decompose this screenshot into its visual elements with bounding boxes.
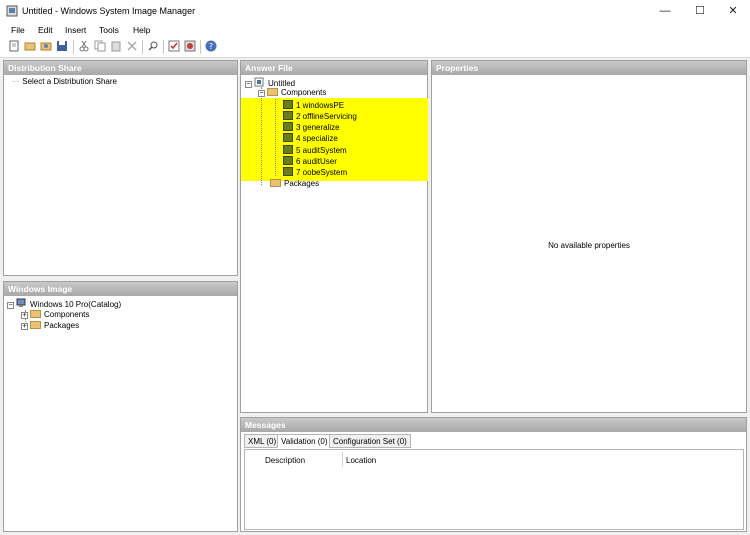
pass-label: 6 auditUser [296, 157, 337, 166]
pass-label: 7 oobeSystem [296, 168, 348, 177]
copy-icon[interactable] [94, 40, 106, 52]
pass-generalize[interactable]: 3 generalize [283, 122, 340, 132]
pass-label: 3 generalize [296, 123, 340, 132]
collapse-icon[interactable]: − [258, 90, 265, 97]
components-label: Components [281, 88, 327, 97]
folder-icon [270, 179, 281, 187]
panel-header: Properties [432, 61, 746, 75]
answer-file-root-label: Untitled [268, 79, 296, 88]
menu-tools[interactable]: Tools [99, 25, 119, 35]
toolbar-separator [142, 40, 143, 54]
expand-icon[interactable]: + [21, 323, 28, 330]
packages-label: Packages [44, 321, 80, 330]
messages-grid: Description Location [244, 449, 744, 530]
answer-file-components[interactable]: − Components [258, 88, 326, 97]
answer-file-icon [254, 77, 264, 87]
column-location[interactable]: Location [346, 456, 376, 465]
delete-icon[interactable] [126, 40, 138, 52]
cut-icon[interactable] [78, 40, 90, 52]
pass-icon [283, 100, 293, 109]
pass-audituser[interactable]: 6 auditUser [283, 156, 337, 166]
menu-file[interactable]: File [11, 25, 25, 35]
pass-offlineservicing[interactable]: 2 offlineServicing [283, 111, 357, 121]
toolbar-separator [163, 40, 164, 54]
folder-icon [267, 88, 278, 96]
answer-file-packages[interactable]: Packages [270, 179, 319, 188]
pass-label: 5 auditSystem [296, 146, 347, 155]
properties-panel: Properties No available properties [431, 60, 747, 413]
tree-line [275, 99, 276, 176]
windows-image-root[interactable]: − Windows 10 Pro(Catalog) [7, 298, 121, 309]
panel-header: Answer File [241, 61, 427, 75]
maximize-button[interactable]: ☐ [683, 0, 717, 22]
column-description[interactable]: Description [265, 456, 305, 465]
save-icon[interactable] [56, 40, 68, 52]
validate-icon[interactable] [168, 40, 180, 52]
select-distribution-share-item[interactable]: ··· Select a Distribution Share [12, 77, 117, 86]
column-divider [342, 452, 343, 466]
answer-file-root[interactable]: − Untitled [245, 77, 295, 88]
windows-image-panel: Windows Image − Windows 10 Pro(Catalog) +… [3, 281, 238, 532]
tab-configuration-set[interactable]: Configuration Set (0) [329, 434, 411, 448]
pass-icon [283, 145, 293, 154]
menu-help[interactable]: Help [133, 25, 150, 35]
pass-specialize[interactable]: 4 specialize [283, 133, 338, 143]
search-icon[interactable] [147, 40, 159, 52]
distribution-share-placeholder: Select a Distribution Share [22, 77, 117, 86]
open-image-icon[interactable] [40, 40, 52, 52]
toolbar-separator [200, 40, 201, 54]
menu-bar: File Edit Insert Tools Help [0, 22, 750, 37]
tree-line [261, 87, 262, 185]
pass-label: 2 offlineServicing [296, 112, 357, 121]
open-folder-icon[interactable] [24, 40, 36, 52]
expand-icon[interactable]: + [21, 312, 28, 319]
pass-icon [283, 156, 293, 165]
distribution-share-panel: Distribution Share ··· Select a Distribu… [3, 60, 238, 276]
panel-header: Windows Image [4, 282, 237, 296]
windows-image-root-label: Windows 10 Pro(Catalog) [30, 300, 122, 309]
title-bar: Untitled - Windows System Image Manager … [0, 0, 750, 22]
collapse-icon[interactable]: − [245, 81, 252, 88]
pass-auditsystem[interactable]: 5 auditSystem [283, 145, 347, 155]
toolbar: ? [0, 37, 750, 58]
paste-icon[interactable] [110, 40, 122, 52]
windows-image-packages[interactable]: + Packages [21, 321, 79, 330]
close-button[interactable]: ✕ [716, 0, 750, 22]
pass-oobesystem[interactable]: 7 oobeSystem [283, 167, 347, 177]
tab-xml[interactable]: XML (0) [244, 434, 281, 448]
pass-icon [283, 122, 293, 131]
window-title: Untitled - Windows System Image Manager [22, 6, 196, 16]
components-label: Components [44, 310, 90, 319]
pass-windowspe[interactable]: 1 windowsPE [283, 100, 344, 110]
svg-text:?: ? [209, 42, 213, 51]
no-properties-text: No available properties [548, 241, 630, 250]
create-config-set-icon[interactable] [184, 40, 196, 52]
pass-label: 1 windowsPE [296, 101, 345, 110]
new-file-icon[interactable] [8, 40, 20, 52]
menu-insert[interactable]: Insert [65, 25, 86, 35]
panel-header: Messages [241, 418, 746, 432]
app-icon [6, 5, 18, 17]
packages-label: Packages [284, 179, 320, 188]
tab-validation[interactable]: Validation (0) [277, 434, 332, 448]
answer-file-panel: Answer File − Untitled − Components 1 wind… [240, 60, 428, 413]
windows-image-components[interactable]: + Components [21, 310, 89, 319]
help-icon[interactable]: ? [205, 40, 217, 52]
folder-icon [30, 321, 41, 329]
collapse-icon[interactable]: − [7, 302, 14, 309]
catalog-icon [16, 298, 26, 307]
toolbar-separator [73, 40, 74, 54]
pass-icon [283, 133, 293, 142]
pass-icon [283, 167, 293, 176]
menu-edit[interactable]: Edit [38, 25, 53, 35]
pass-label: 4 specialize [296, 134, 338, 143]
minimize-button[interactable]: — [648, 0, 682, 22]
pass-icon [283, 111, 293, 120]
panel-header: Distribution Share [4, 61, 237, 75]
folder-icon [30, 310, 41, 318]
